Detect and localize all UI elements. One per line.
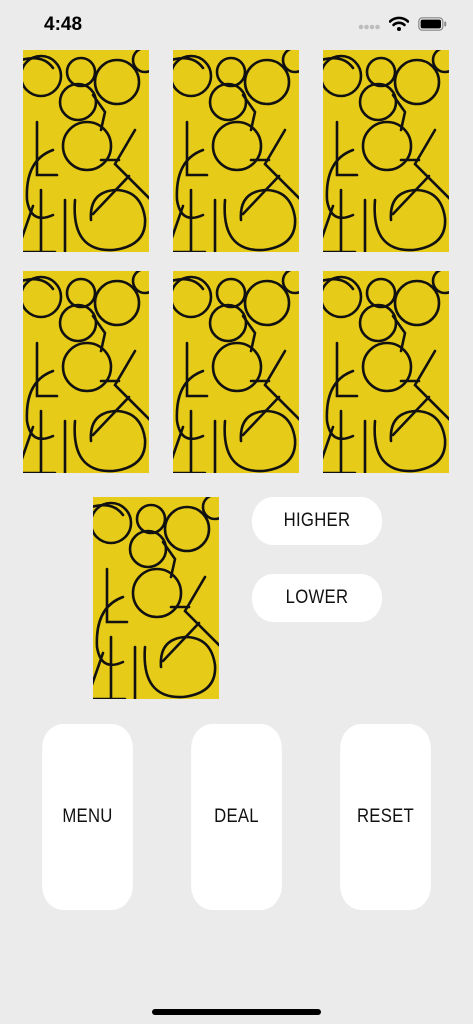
menu-button[interactable]: MENU: [42, 724, 133, 910]
wifi-icon: [388, 16, 410, 36]
card-back-1[interactable]: [23, 50, 149, 252]
card-back-5[interactable]: [173, 271, 299, 473]
current-card: [93, 497, 219, 699]
lower-button[interactable]: LOWER: [251, 574, 383, 622]
higher-button[interactable]: HIGHER: [251, 497, 383, 545]
signal-dots-icon: [358, 17, 380, 35]
battery-icon: [418, 16, 447, 36]
home-indicator[interactable]: [152, 1009, 321, 1015]
card-back-3[interactable]: [323, 50, 449, 252]
reset-button[interactable]: RESET: [340, 724, 431, 910]
card-back-2[interactable]: [173, 50, 299, 252]
card-back-6[interactable]: [323, 271, 449, 473]
status-bar: 4:48: [0, 0, 473, 50]
status-time: 4:48: [44, 14, 83, 35]
status-icons: [358, 16, 447, 36]
card-back-4[interactable]: [23, 271, 149, 473]
deal-button[interactable]: DEAL: [191, 724, 282, 910]
